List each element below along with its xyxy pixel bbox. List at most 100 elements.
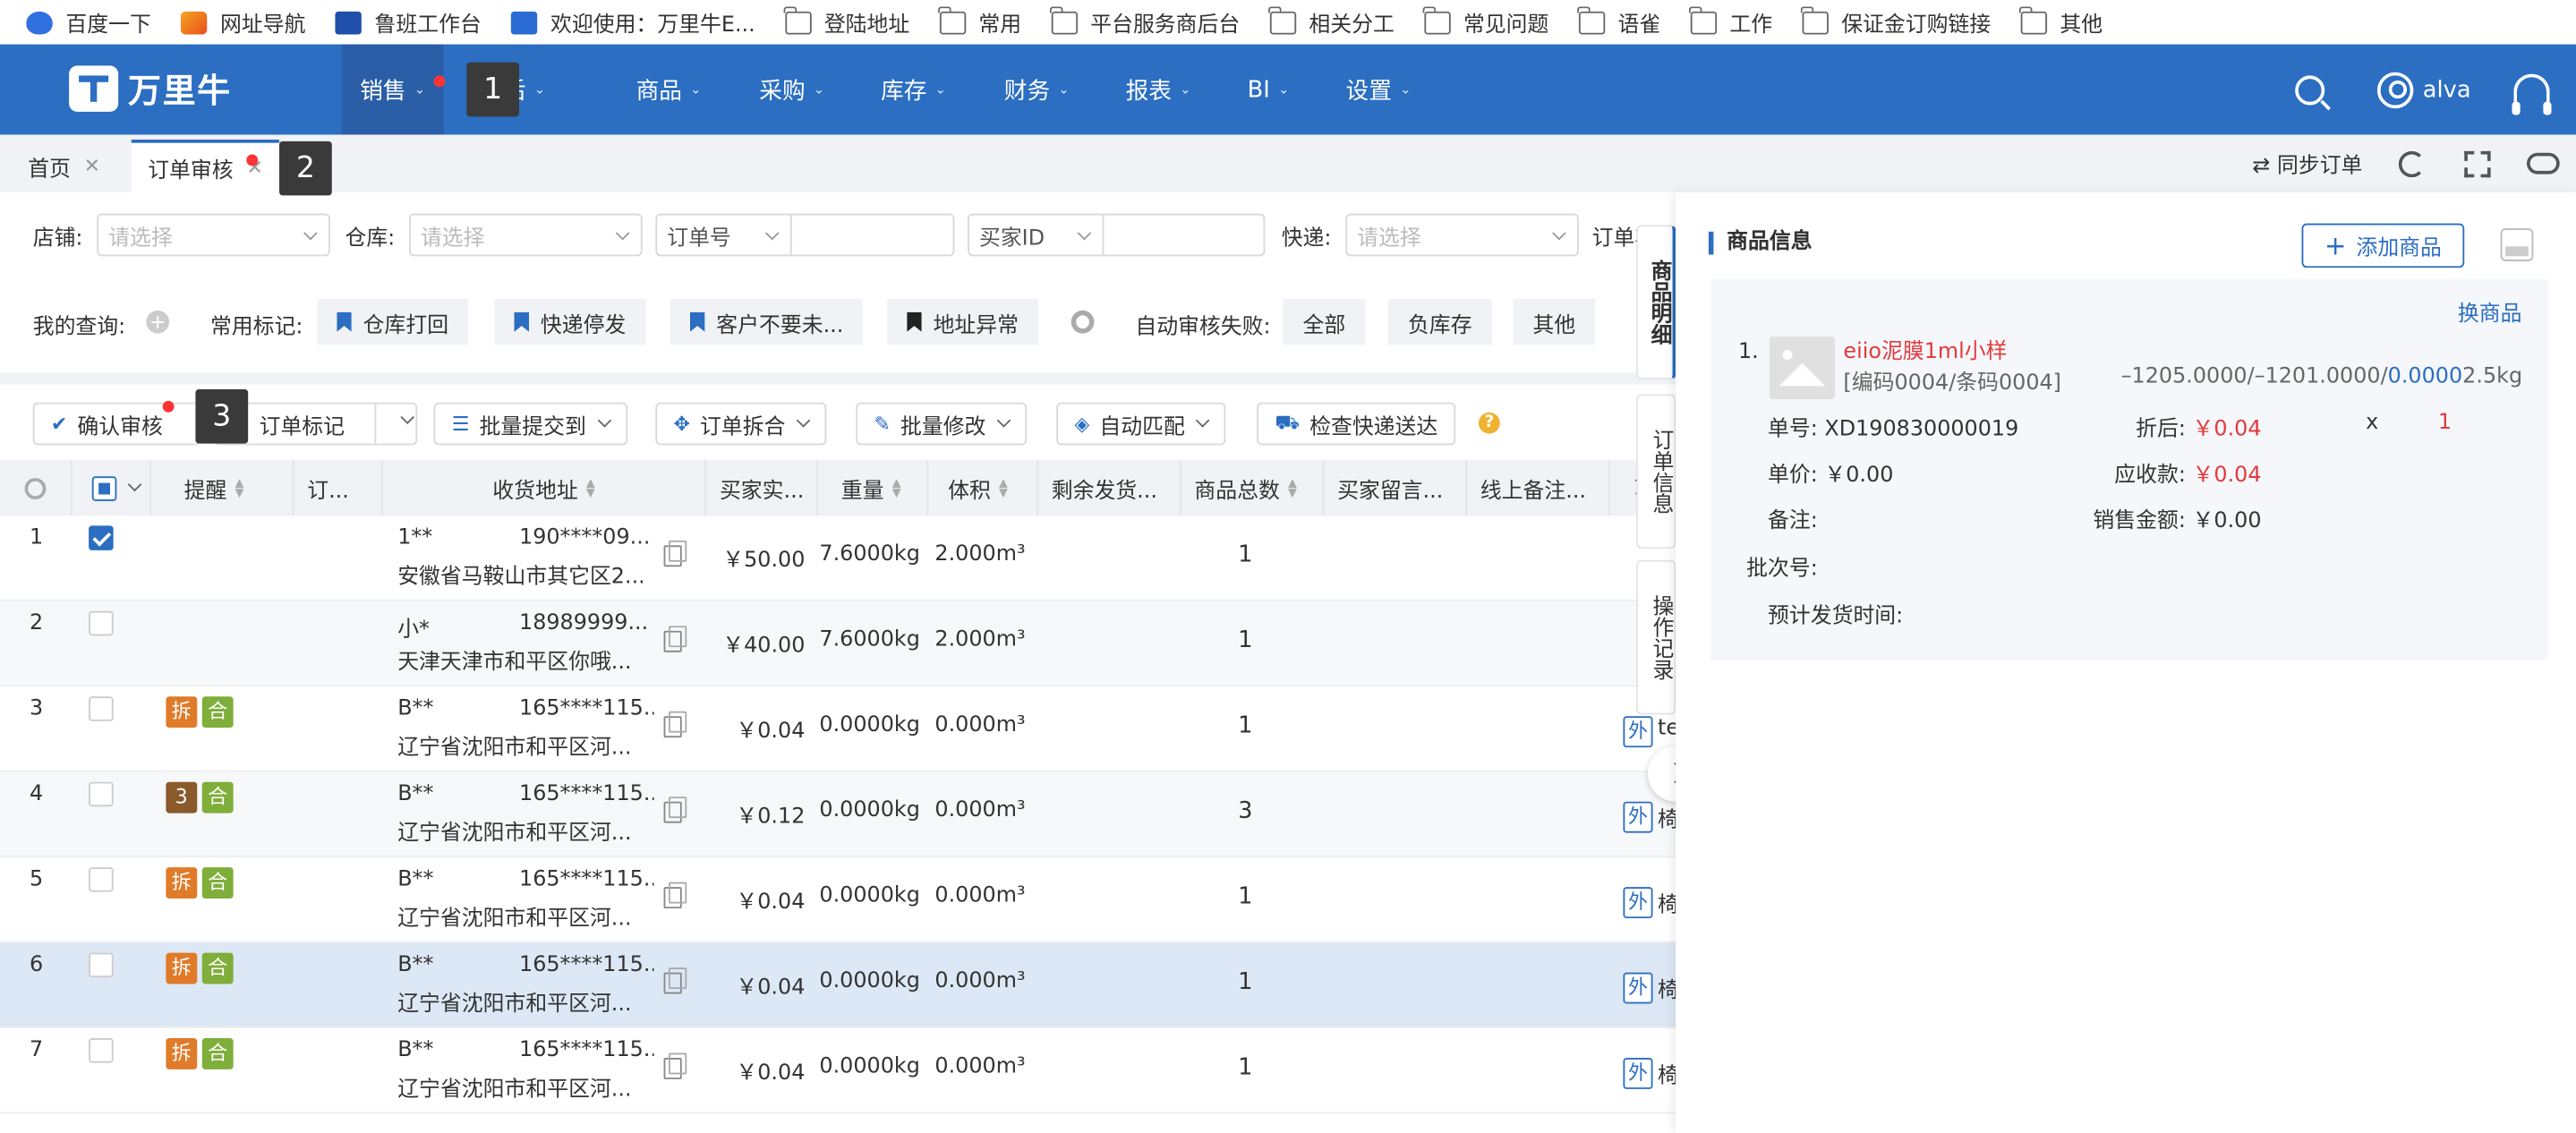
- bookmark-item[interactable]: 其他: [2019, 5, 2103, 38]
- select-all[interactable]: [73, 459, 151, 516]
- table-row[interactable]: 3 拆合 B** 165****115... 辽宁省沈阳市和平区河... ￥0.04 0.0…: [0, 686, 1676, 772]
- tab-order-review[interactable]: 订单审核 ✕: [131, 140, 280, 192]
- bookmark-item[interactable]: 欢迎使用：万里牛E...: [510, 10, 755, 38]
- sort-icon[interactable]: ▲ ▼: [1288, 477, 1297, 498]
- order-no-input[interactable]: [789, 213, 955, 257]
- eta-field[interactable]: 预计发货时间:: [1768, 598, 1903, 629]
- bookmark-item[interactable]: 登陆地址: [783, 5, 909, 38]
- col-weight[interactable]: 重量 ▲ ▼: [818, 459, 929, 516]
- copy-icon[interactable]: [663, 1052, 687, 1079]
- check-express-button[interactable]: ⛟ 检查快递送达: [1257, 402, 1456, 446]
- copy-icon[interactable]: [663, 967, 687, 994]
- batch-edit-button[interactable]: ✎ 批量修改: [856, 402, 1028, 446]
- add-goods-button[interactable]: + 添加商品: [2301, 223, 2465, 268]
- quantity-value[interactable]: 1: [2438, 411, 2452, 436]
- copy-icon[interactable]: [663, 882, 687, 909]
- username[interactable]: alva: [2423, 76, 2471, 102]
- order-no-type-select[interactable]: 订单号: [655, 213, 792, 257]
- help-icon[interactable]: ?: [1478, 412, 1500, 434]
- col-buyer-paid[interactable]: 买家实...: [706, 459, 819, 516]
- batch-no-field[interactable]: 批次号:: [1746, 550, 1818, 582]
- nav-menu-item[interactable]: 销售 ⌄: [341, 44, 444, 135]
- col-remaining[interactable]: 剩余发货...: [1038, 459, 1181, 516]
- mark-express-stop[interactable]: 快递停发: [494, 299, 646, 345]
- refresh-icon[interactable]: [2398, 149, 2426, 177]
- auto-match-button[interactable]: ◈ 自动匹配: [1056, 402, 1226, 446]
- row-checkbox[interactable]: [89, 696, 114, 721]
- table-row[interactable]: 4 3 合 B** 165****115... 辽宁省沈阳市和平区河... ￥0.12 0.0…: [0, 771, 1676, 858]
- fullscreen-icon[interactable]: [2464, 149, 2491, 177]
- copy-icon[interactable]: [663, 797, 687, 823]
- table-row[interactable]: 2 小* 18989999... 天津天津市和平区你哦... ￥40.00 7.6000k…: [0, 601, 1676, 687]
- bookmark-item[interactable]: 网址导航: [180, 10, 305, 38]
- table-row[interactable]: 5 拆合 B** 165****115... 辽宁省沈阳市和平区河... ￥0.04 0.0…: [0, 857, 1676, 943]
- row-checkbox[interactable]: [89, 525, 114, 550]
- row-checkbox[interactable]: [89, 781, 114, 807]
- buyer-id-type-select[interactable]: 买家ID: [968, 213, 1105, 257]
- table-row[interactable]: 1 1** 190****09... 安徽省马鞍山市其它区2... ￥50.00 7.60…: [0, 515, 1676, 601]
- col-order[interactable]: 订...: [294, 459, 383, 516]
- copy-icon[interactable]: [663, 540, 687, 567]
- sort-icon[interactable]: ▲ ▼: [892, 477, 901, 498]
- bookmark-item[interactable]: 百度一下: [26, 10, 151, 38]
- sort-icon[interactable]: ▲ ▼: [999, 477, 1008, 498]
- discount-value[interactable]: ￥0.04: [2193, 417, 2262, 442]
- goods-name[interactable]: eiio泥膜1ml小样: [1843, 334, 2007, 365]
- bookmark-item[interactable]: 平台服务商后台: [1050, 5, 1240, 38]
- mark-dropdown-toggle[interactable]: [374, 404, 417, 444]
- user-avatar-icon[interactable]: [2376, 71, 2413, 108]
- col-online-note[interactable]: 线上备注...: [1467, 459, 1610, 516]
- nav-menu-item[interactable]: 报表 ⌄: [1104, 45, 1212, 135]
- sort-icon[interactable]: ▲ ▼: [586, 477, 595, 498]
- nav-menu-item[interactable]: 商品 ⌄: [614, 45, 722, 135]
- side-tab-goods-detail[interactable]: 商品明细: [1636, 225, 1676, 380]
- bookmark-item[interactable]: 保证金订购链接: [1801, 5, 1991, 38]
- bookmark-item[interactable]: 相关分工: [1268, 5, 1395, 38]
- bookmark-item[interactable]: 鲁班工作台: [335, 10, 482, 38]
- auto-fail-all[interactable]: 全部: [1283, 299, 1366, 345]
- note-field[interactable]: 备注:: [1768, 503, 1818, 534]
- bookmark-item[interactable]: 语雀: [1577, 5, 1660, 38]
- tab-home[interactable]: 首页 ✕: [12, 140, 117, 192]
- copy-icon[interactable]: [663, 711, 687, 738]
- logo[interactable]: 万里牛: [69, 64, 232, 112]
- col-reminder[interactable]: 提醒 ▲ ▼: [151, 459, 294, 516]
- row-checkbox[interactable]: [89, 867, 114, 892]
- split-merge-button[interactable]: ✥ 订单拆合: [655, 402, 827, 446]
- batch-submit-button[interactable]: ☰ 批量提交到: [433, 402, 627, 446]
- express-select[interactable]: 请选择: [1345, 213, 1579, 257]
- auto-fail-negative-stock[interactable]: 负库存: [1387, 299, 1492, 345]
- bookmark-item[interactable]: 常用: [938, 5, 1021, 38]
- chevron-down-icon[interactable]: [127, 477, 142, 492]
- mark-address-abnormal[interactable]: 地址异常: [887, 299, 1039, 345]
- select-all-checkbox[interactable]: [91, 475, 117, 500]
- table-row[interactable]: 6 拆合 B** 165****115... 辽宁省沈阳市和平区河... ￥0.04 0.0…: [0, 942, 1676, 1029]
- receivable-value[interactable]: ￥0.04: [2193, 464, 2262, 489]
- add-query-icon[interactable]: +: [146, 310, 170, 334]
- mark-warehouse-return[interactable]: 仓库打回: [317, 299, 469, 345]
- sync-order-button[interactable]: ⇄ 同步订单: [2252, 148, 2362, 180]
- nav-menu-item[interactable]: BI ⌄: [1225, 45, 1310, 135]
- bookmark-item[interactable]: 工作: [1689, 5, 1772, 38]
- side-tab-order-info[interactable]: 订单信息: [1636, 394, 1676, 549]
- buyer-id-input[interactable]: [1102, 213, 1266, 257]
- bookmark-item[interactable]: 常见问题: [1422, 5, 1548, 38]
- side-tab-operation-log[interactable]: 操作记录: [1636, 559, 1676, 715]
- search-icon[interactable]: [2294, 74, 2324, 105]
- row-checkbox[interactable]: [89, 952, 114, 978]
- gear-icon[interactable]: [1070, 310, 1095, 334]
- mark-customer-reject[interactable]: 客户不要未...: [670, 299, 864, 345]
- col-total-goods[interactable]: 商品总数 ▲ ▼: [1181, 459, 1325, 516]
- auto-fail-other[interactable]: 其他: [1513, 299, 1596, 345]
- sort-icon[interactable]: ▲ ▼: [235, 477, 244, 498]
- tab-close-icon[interactable]: ✕: [84, 155, 100, 178]
- column-settings[interactable]: [0, 459, 73, 516]
- shop-select[interactable]: 请选择: [97, 213, 330, 257]
- cloud-upload-icon[interactable]: [2526, 152, 2560, 175]
- col-buyer-message[interactable]: 买家留言...: [1324, 459, 1468, 516]
- nav-menu-item[interactable]: 设置 ⌄: [1324, 45, 1432, 135]
- warehouse-select[interactable]: 请选择: [409, 213, 643, 257]
- row-checkbox[interactable]: [89, 1038, 114, 1063]
- nav-menu-item[interactable]: 库存 ⌄: [859, 45, 968, 135]
- copy-icon[interactable]: [663, 626, 687, 652]
